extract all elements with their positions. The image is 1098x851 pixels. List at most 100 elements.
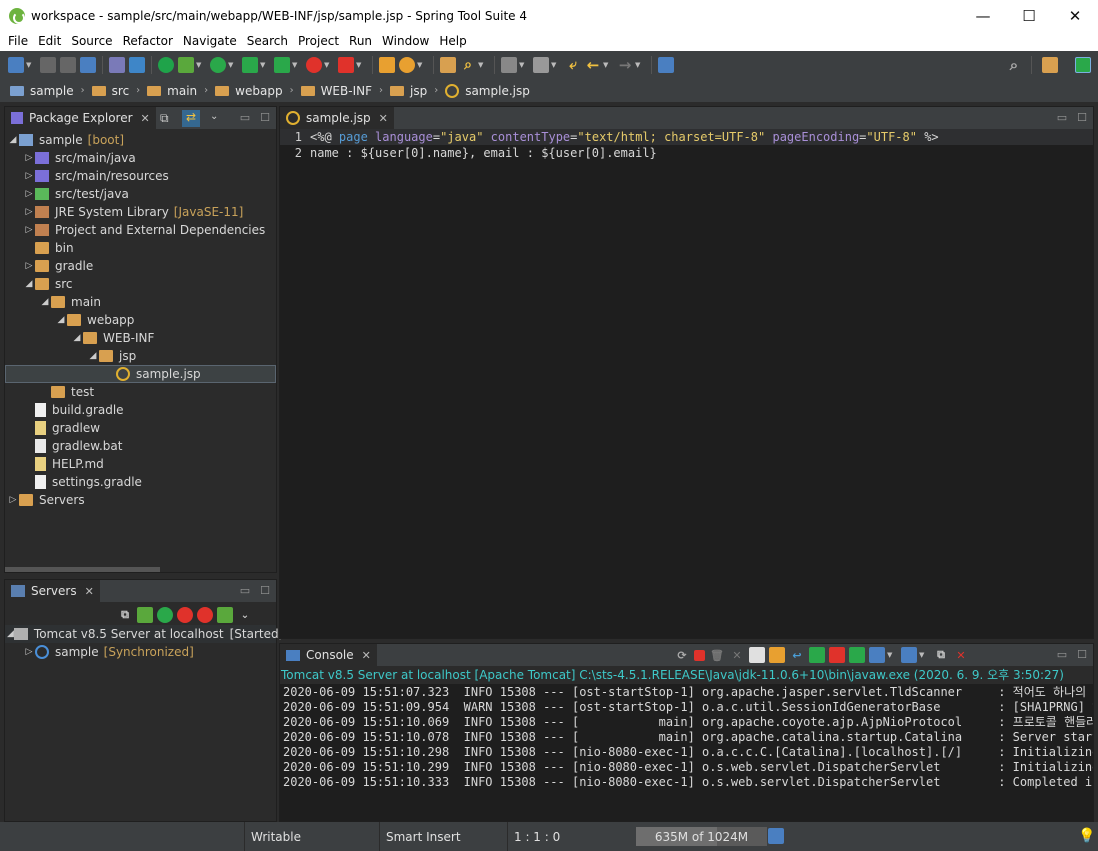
stop-icon[interactable]: [306, 57, 322, 73]
collapse-icon[interactable]: ▷: [7, 495, 19, 505]
menu-source[interactable]: Source: [66, 34, 117, 48]
publish-icon[interactable]: [217, 607, 233, 623]
save-all-icon[interactable]: [60, 57, 76, 73]
menu-file[interactable]: File: [3, 34, 33, 48]
chevron-down-icon[interactable]: ▼: [292, 61, 300, 69]
open-console-icon[interactable]: [901, 647, 917, 663]
stop-server-icon[interactable]: [197, 607, 213, 623]
new-java-project-icon[interactable]: [379, 57, 395, 73]
tree-item[interactable]: ◢ webapp: [5, 311, 276, 329]
forward-arrow-icon[interactable]: →: [617, 56, 633, 74]
open-perspective-icon[interactable]: [1042, 57, 1058, 73]
chevron-down-icon[interactable]: ▼: [919, 651, 927, 659]
tree-item[interactable]: HELP.md: [5, 455, 276, 473]
tree-item[interactable]: ◢ sample [boot]: [5, 131, 276, 149]
restart-server-icon[interactable]: [177, 607, 193, 623]
collapse-icon[interactable]: ▷: [23, 153, 35, 163]
chevron-down-icon[interactable]: ▼: [356, 61, 364, 69]
breadcrumb-item[interactable]: src ›: [91, 84, 148, 98]
expand-icon[interactable]: ◢: [71, 333, 83, 343]
chevron-down-icon[interactable]: ▼: [551, 61, 559, 69]
tab-sample-jsp[interactable]: sample.jsp ✕: [280, 106, 394, 130]
breadcrumb-item[interactable]: WEB-INF ›: [300, 84, 390, 98]
chevron-down-icon[interactable]: ▼: [324, 61, 332, 69]
pin-console-icon[interactable]: [849, 647, 865, 663]
chevron-down-icon[interactable]: ▼: [519, 61, 527, 69]
menu-window[interactable]: Window: [377, 34, 434, 48]
collapse-icon[interactable]: ▷: [23, 261, 35, 271]
console-output[interactable]: 2020-06-09 15:51:07.323 INFO 15308 --- […: [283, 685, 1093, 790]
close-console-icon[interactable]: ✕: [953, 647, 969, 663]
collapse-icon[interactable]: ▷: [23, 207, 35, 217]
spring-perspective-icon[interactable]: [1075, 57, 1091, 73]
pin-editor-icon[interactable]: [533, 57, 549, 73]
breadcrumb-item[interactable]: jsp ›: [390, 84, 445, 98]
chevron-down-icon[interactable]: ▼: [478, 61, 486, 69]
menu-project[interactable]: Project: [293, 34, 344, 48]
menu-navigate[interactable]: Navigate: [178, 34, 242, 48]
tree-item[interactable]: gradlew.bat: [5, 437, 276, 455]
chevron-down-icon[interactable]: ▼: [603, 61, 611, 69]
collapse-all-icon[interactable]: ⧉: [117, 607, 133, 623]
tree-item[interactable]: ◢ src: [5, 275, 276, 293]
run-external-icon[interactable]: [274, 57, 290, 73]
tree-item[interactable]: ▷ JRE System Library [JavaSE-11]: [5, 203, 276, 221]
display-console-icon[interactable]: [869, 647, 885, 663]
terminate-icon[interactable]: [694, 649, 705, 661]
tree-item[interactable]: ▷ src/main/java: [5, 149, 276, 167]
last-edit-icon[interactable]: ⤶: [565, 57, 581, 73]
show-on-stderr-icon[interactable]: [829, 647, 845, 663]
chevron-down-icon[interactable]: ▼: [196, 61, 204, 69]
refresh-icon[interactable]: ⟳: [674, 647, 690, 663]
close-icon[interactable]: ✕: [362, 649, 371, 662]
collapse-icon[interactable]: ▷: [23, 171, 35, 181]
tree-item[interactable]: bin: [5, 239, 276, 257]
new-icon[interactable]: [8, 57, 24, 73]
console-icon[interactable]: [80, 57, 96, 73]
debug-icon[interactable]: [178, 57, 194, 73]
tree-item[interactable]: ▷ Project and External Dependencies: [5, 221, 276, 239]
tree-item[interactable]: settings.gradle: [5, 473, 276, 491]
boot-dashboard-icon[interactable]: [129, 57, 145, 73]
chevron-down-icon[interactable]: ▼: [417, 61, 425, 69]
run-icon[interactable]: [210, 57, 226, 73]
menu-run[interactable]: Run: [344, 34, 377, 48]
expand-icon[interactable]: ◢: [23, 279, 35, 289]
maximize-icon[interactable]: ☐: [1077, 111, 1087, 124]
tree-item[interactable]: gradlew: [5, 419, 276, 437]
back-arrow-icon[interactable]: ←: [585, 56, 601, 74]
expand-icon[interactable]: ◢: [7, 629, 14, 639]
breadcrumb-item[interactable]: sample.jsp: [445, 83, 530, 98]
clear-console-icon[interactable]: [749, 647, 765, 663]
save-icon[interactable]: [40, 57, 56, 73]
minimize-icon[interactable]: ▭: [1057, 111, 1067, 124]
collapse-icon[interactable]: ▷: [23, 225, 35, 235]
chevron-down-icon[interactable]: ▼: [26, 61, 34, 69]
minimize-icon[interactable]: ▭: [240, 111, 250, 124]
expand-icon[interactable]: ◢: [87, 351, 99, 361]
coverage-icon[interactable]: [242, 57, 258, 73]
scroll-lock-icon[interactable]: [769, 647, 785, 663]
debug-icon[interactable]: [137, 607, 153, 623]
maximize-icon[interactable]: ☐: [1077, 648, 1087, 661]
chevron-down-icon[interactable]: ▼: [887, 651, 895, 659]
tree-item[interactable]: ▷ gradle: [5, 257, 276, 275]
maximize-button[interactable]: ☐: [1006, 0, 1052, 31]
tree-item-selected[interactable]: sample.jsp: [5, 365, 276, 383]
tab-servers[interactable]: Servers ✕: [5, 579, 100, 603]
tree-item[interactable]: ◢ WEB-INF: [5, 329, 276, 347]
tree-item[interactable]: test: [5, 383, 276, 401]
tree-item[interactable]: ▷ src/main/resources: [5, 167, 276, 185]
spring-boot-icon[interactable]: [158, 57, 174, 73]
code-area[interactable]: 1 <%@ page language="java" contentType="…: [280, 129, 1093, 161]
minimize-icon[interactable]: ▭: [1057, 648, 1067, 661]
garbage-collect-icon[interactable]: [768, 828, 784, 844]
tip-bulb-icon[interactable]: 💡: [1078, 828, 1095, 844]
tree-item[interactable]: ▷ Servers: [5, 491, 276, 509]
close-button[interactable]: ✕: [1052, 0, 1098, 31]
expand-icon[interactable]: ◢: [39, 297, 51, 307]
horizontal-scrollbar[interactable]: [5, 567, 160, 572]
minimize-icon[interactable]: ▭: [240, 584, 250, 597]
breadcrumb-item[interactable]: main ›: [147, 84, 215, 98]
chevron-down-icon[interactable]: ⌄: [237, 607, 253, 623]
